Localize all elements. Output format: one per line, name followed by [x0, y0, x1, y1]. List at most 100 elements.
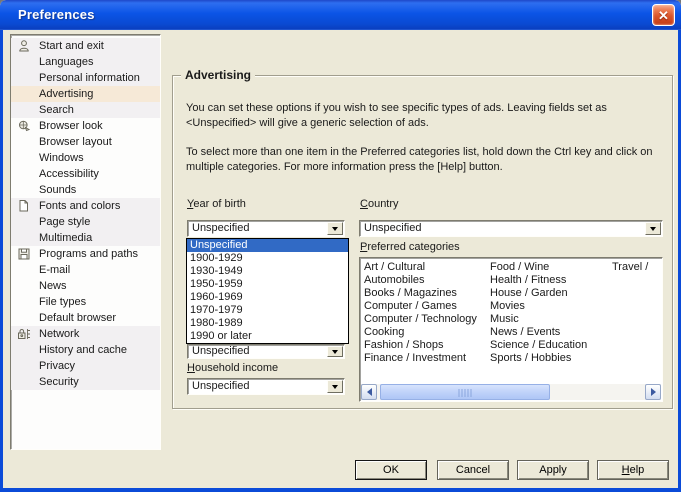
scrollbar-grip-icon [459, 389, 472, 397]
preferred-categories-listbox[interactable]: Art / CulturalAutomobilesBooks / Magazin… [359, 257, 663, 402]
household-income-value: Unspecified [192, 380, 249, 393]
ok-button[interactable]: OK [355, 460, 427, 480]
help-button[interactable]: Help [597, 460, 669, 480]
sidebar-item-programs-and-paths[interactable]: Programs and paths [11, 246, 160, 262]
partially-hidden-combobox[interactable]: Unspecified [187, 344, 345, 359]
partially-hidden-combobox-value: Unspecified [192, 345, 249, 358]
categories-column: Food / WineHealth / FitnessHouse / Garde… [490, 261, 587, 365]
dropdown-option-1980-1989[interactable]: 1980-1989 [187, 317, 348, 330]
sidebar-item-label: Page style [39, 216, 90, 228]
category-item-health-fitness[interactable]: Health / Fitness [490, 274, 587, 287]
person-icon [17, 39, 31, 53]
sidebar-item-multimedia[interactable]: Multimedia [11, 230, 160, 246]
sidebar-item-label: Accessibility [39, 168, 99, 180]
category-item-computer-technology[interactable]: Computer / Technology [364, 313, 477, 326]
close-button[interactable]: ✕ [652, 4, 675, 26]
sidebar-item-search[interactable]: Search [11, 102, 160, 118]
sidebar-item-advertising[interactable]: Advertising [11, 86, 160, 102]
category-item-cooking[interactable]: Cooking [364, 326, 477, 339]
sidebar-item-label: Multimedia [39, 232, 92, 244]
sidebar-item-security[interactable]: Security [11, 374, 160, 390]
category-item-fashion-shops[interactable]: Fashion / Shops [364, 339, 477, 352]
sidebar-item-page-style[interactable]: Page style [11, 214, 160, 230]
page-icon [17, 199, 31, 213]
dropdown-option-unspecified[interactable]: Unspecified [187, 239, 348, 252]
window-border-left [0, 30, 3, 492]
category-item-automobiles[interactable]: Automobiles [364, 274, 477, 287]
sidebar-item-personal-information[interactable]: Personal information [11, 70, 160, 86]
sidebar-item-browser-layout[interactable]: Browser layout [11, 134, 160, 150]
category-item-news-events[interactable]: News / Events [490, 326, 587, 339]
sidebar-item-label: Personal information [39, 72, 140, 84]
apply-button[interactable]: Apply [517, 460, 589, 480]
dropdown-option-1930-1949[interactable]: 1930-1949 [187, 265, 348, 278]
year-of-birth-dropdown-list[interactable]: Unspecified1900-19291930-19491950-195919… [186, 238, 349, 344]
sidebar-item-news[interactable]: News [11, 278, 160, 294]
category-item-movies[interactable]: Movies [490, 300, 587, 313]
sidebar-item-fonts-and-colors[interactable]: Fonts and colors [11, 198, 160, 214]
window-border-bottom [0, 488, 681, 492]
sidebar-item-e-mail[interactable]: E-mail [11, 262, 160, 278]
window-titlebar[interactable]: Preferences ✕ [0, 0, 681, 30]
scroll-left-button[interactable] [361, 384, 377, 400]
sidebar-item-browser-look[interactable]: Browser look [11, 118, 160, 134]
sidebar-item-accessibility[interactable]: Accessibility [11, 166, 160, 182]
sidebar-list[interactable]: Start and exit Languages Personal informat… [10, 34, 161, 450]
category-item-sports-hobbies[interactable]: Sports / Hobbies [490, 352, 587, 365]
category-item-books-magazines[interactable]: Books / Magazines [364, 287, 477, 300]
category-item-art-cultural[interactable]: Art / Cultural [364, 261, 477, 274]
dropdown-option-1990-or-later[interactable]: 1990 or later [187, 330, 348, 343]
sidebar-item-label: Windows [39, 152, 84, 164]
scrollbar-thumb[interactable] [380, 384, 550, 400]
sidebar-item-sounds[interactable]: Sounds [11, 182, 160, 198]
sidebar-item-privacy[interactable]: Privacy [11, 358, 160, 374]
chevron-down-icon [332, 227, 338, 234]
dropdown-option-1970-1979[interactable]: 1970-1979 [187, 304, 348, 317]
category-item-science-education[interactable]: Science / Education [490, 339, 587, 352]
horizontal-scrollbar[interactable] [361, 384, 661, 400]
sidebar-item-start-and-exit[interactable]: Start and exit [11, 38, 160, 54]
sidebar-item-file-types[interactable]: File types [11, 294, 160, 310]
year-of-birth-value: Unspecified [192, 222, 249, 235]
category-item-house-garden[interactable]: House / Garden [490, 287, 587, 300]
chevron-left-icon [363, 388, 372, 396]
dropdown-option-1950-1959[interactable]: 1950-1959 [187, 278, 348, 291]
sidebar-item-label: E-mail [39, 264, 70, 276]
sidebar-item-label: Languages [39, 56, 93, 68]
sidebar-item-history-and-cache[interactable]: History and cache [11, 342, 160, 358]
preferred-categories-label: Preferred categories [360, 240, 460, 254]
sidebar-item-languages[interactable]: Languages [11, 54, 160, 70]
sidebar-item-label: Advertising [39, 88, 93, 100]
country-combobox[interactable]: Unspecified [359, 220, 663, 237]
dropdown-option-1960-1969[interactable]: 1960-1969 [187, 291, 348, 304]
sidebar-item-default-browser[interactable]: Default browser [11, 310, 160, 326]
category-item-music[interactable]: Music [490, 313, 587, 326]
chevron-down-icon [332, 350, 338, 357]
cancel-button[interactable]: Cancel [437, 460, 509, 480]
country-dropdown-button[interactable] [645, 222, 661, 235]
close-icon: ✕ [658, 9, 669, 22]
sidebar-item-label: Security [39, 376, 79, 388]
category-item-computer-games[interactable]: Computer / Games [364, 300, 477, 313]
year-of-birth-dropdown-button[interactable] [327, 222, 343, 235]
sidebar-item-label: Programs and paths [39, 248, 138, 260]
partially-hidden-dropdown-button[interactable] [327, 346, 343, 357]
sidebar-item-windows[interactable]: Windows [11, 150, 160, 166]
lock-icon [17, 327, 31, 341]
household-income-label: Household income [187, 361, 278, 375]
category-item-travel[interactable]: Travel / [612, 261, 648, 274]
sidebar-item-label: Fonts and colors [39, 200, 120, 212]
category-item-food-wine[interactable]: Food / Wine [490, 261, 587, 274]
scroll-right-button[interactable] [645, 384, 661, 400]
preferences-dialog: Preferences ✕ Start and exit Languages Per… [0, 0, 681, 492]
sidebar-item-label: Network [39, 328, 79, 340]
intro-text: You can set these options if you wish to… [186, 101, 668, 131]
instructions-text: To select more than one item in the Pref… [186, 145, 668, 175]
household-income-dropdown-button[interactable] [327, 380, 343, 393]
dropdown-option-1900-1929[interactable]: 1900-1929 [187, 252, 348, 265]
year-of-birth-combobox[interactable]: Unspecified [187, 220, 345, 237]
sidebar-item-label: Search [39, 104, 74, 116]
category-item-finance-investment[interactable]: Finance / Investment [364, 352, 477, 365]
sidebar-item-network[interactable]: Network [11, 326, 160, 342]
household-income-combobox[interactable]: Unspecified [187, 378, 345, 395]
